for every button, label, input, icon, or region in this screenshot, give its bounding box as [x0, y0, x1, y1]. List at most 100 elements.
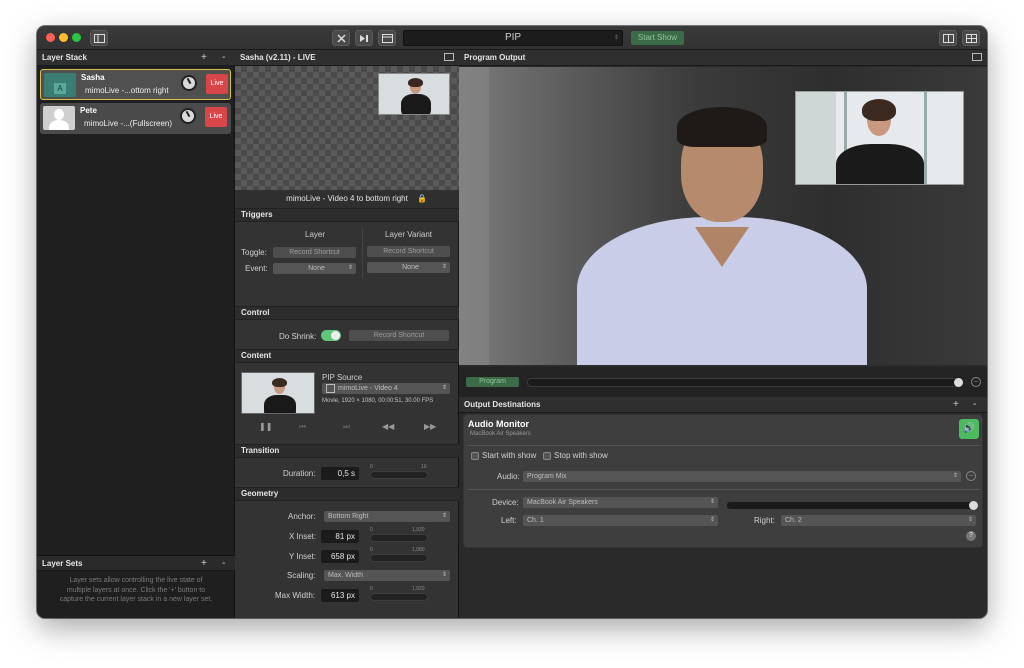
film-button[interactable]: [378, 30, 396, 46]
layout-left-button[interactable]: [939, 30, 957, 46]
remove-layer-set-button[interactable]: -: [222, 558, 225, 569]
layer-thumb-letter: A: [54, 83, 66, 94]
popout-icon[interactable]: [972, 53, 982, 61]
help-button[interactable]: ?: [966, 531, 976, 541]
start-show-button[interactable]: Start Show: [631, 31, 684, 45]
left-channel-select[interactable]: Ch. 1 ⇕: [523, 515, 718, 526]
max-width-slider[interactable]: [370, 593, 428, 601]
select-arrows-icon: ⇕: [709, 499, 715, 505]
do-shrink-toggle[interactable]: [321, 330, 341, 341]
do-shrink-shortcut[interactable]: Record Shortcut: [349, 330, 449, 341]
grid-icon: [965, 33, 977, 43]
x-inset-slider[interactable]: [370, 534, 428, 542]
max-width-min: 0: [370, 586, 373, 592]
audio-label: Audio:: [497, 472, 520, 481]
remove-layer-button[interactable]: -: [222, 52, 225, 63]
stop-with-show-label: Stop with show: [554, 451, 608, 460]
pip-source-value: mimoLive - Video 4: [338, 385, 398, 392]
audio-select[interactable]: Program Mix ⇕: [523, 471, 961, 482]
program-output-header: Program Output: [459, 50, 987, 66]
select-arrows-icon: ⇕: [709, 517, 715, 523]
device-select[interactable]: MacBook Air Speakers ⇕: [523, 497, 718, 508]
minimize-window-button[interactable]: [59, 33, 68, 42]
cut-button[interactable]: [332, 30, 350, 46]
live-button[interactable]: Live: [206, 74, 228, 94]
zoom-window-button[interactable]: [72, 33, 81, 42]
monitor-volume-slider[interactable]: [726, 501, 978, 510]
layer-name: Pete: [80, 106, 97, 115]
inspector-header: Sasha (v2.11) - LIVE: [235, 50, 459, 66]
duration-slider[interactable]: [370, 471, 428, 479]
transition-button[interactable]: [355, 30, 373, 46]
triggers-variant-col: Layer Variant: [385, 230, 432, 239]
remove-circle-icon[interactable]: −: [971, 377, 981, 387]
remove-destination-button[interactable]: -: [973, 399, 976, 410]
stop-with-show-checkbox[interactable]: [543, 452, 551, 460]
fast-forward-icon[interactable]: ▶▶: [424, 422, 436, 431]
select-arrows-icon: ⇕: [441, 385, 447, 391]
speaker-button[interactable]: 🔊: [959, 419, 979, 439]
add-layer-set-button[interactable]: +: [201, 558, 207, 569]
add-layer-button[interactable]: +: [201, 52, 207, 63]
source-name-field[interactable]: PIP ⇕: [403, 30, 623, 46]
select-arrows-icon: ⇕: [347, 265, 353, 271]
sidebar-toggle-button[interactable]: [90, 30, 108, 46]
event-layer-value: None: [308, 265, 325, 272]
scaling-select[interactable]: Max. Width ⇕: [324, 570, 450, 581]
x-inset-label: X Inset:: [289, 532, 317, 541]
event-layer-select[interactable]: None ⇕: [273, 263, 356, 274]
live-button[interactable]: Live: [205, 107, 227, 127]
layer-sets-help-text: Layer sets allow controlling the live st…: [59, 577, 213, 603]
toggle-variant-shortcut[interactable]: Record Shortcut: [367, 246, 450, 257]
duration-input[interactable]: 0,5 s: [321, 467, 359, 480]
remove-circle-icon[interactable]: −: [966, 471, 976, 481]
x-inset-min: 0: [370, 527, 373, 533]
layer-preview: [235, 66, 459, 190]
y-inset-input[interactable]: 658 px: [321, 550, 359, 563]
rewind-icon[interactable]: ◀◀: [382, 422, 394, 431]
y-inset-slider[interactable]: [370, 554, 428, 562]
content-thumbnail: [241, 372, 315, 414]
volume-knob[interactable]: [181, 75, 197, 91]
pip-window: [795, 91, 964, 185]
do-shrink-label: Do Shrink:: [279, 332, 317, 341]
audio-monitor-card: Audio Monitor MacBook Air Speakers 🔊 Sta…: [463, 414, 983, 548]
triggers-layer-col: Layer: [305, 230, 326, 239]
layer-thumbnail: A: [44, 73, 76, 97]
pause-icon[interactable]: ❚❚: [259, 422, 272, 431]
output-destinations-title: Output Destinations: [464, 400, 541, 409]
select-arrows-icon: ⇕: [952, 473, 958, 479]
toggle-layer-shortcut[interactable]: Record Shortcut: [273, 247, 356, 258]
program-audio-slider[interactable]: [527, 378, 963, 387]
add-destination-button[interactable]: +: [953, 399, 959, 410]
lock-icon: 🔒: [417, 194, 427, 203]
x-inset-max: 1,920: [412, 527, 425, 533]
layer-sets-title: Layer Sets: [42, 559, 83, 568]
skip-end-icon[interactable]: ⏭: [343, 422, 350, 432]
close-window-button[interactable]: [46, 33, 55, 42]
x-inset-input[interactable]: 81 px: [321, 530, 359, 543]
right-channel-select[interactable]: Ch. 2 ⇕: [781, 515, 976, 526]
sidebar-icon: [93, 33, 105, 43]
skip-start-icon[interactable]: ⏮: [299, 422, 306, 432]
y-inset-label: Y Inset:: [289, 552, 316, 561]
inspector-title: Sasha (v2.11) - LIVE: [240, 53, 316, 62]
program-button[interactable]: Program: [466, 377, 519, 387]
program-output-title: Program Output: [464, 53, 526, 62]
layer-stack-panel: Layer Stack + - A Sasha mimoLive -...ott…: [37, 50, 235, 618]
left-channel-value: Ch. 1: [527, 517, 544, 524]
popout-icon[interactable]: [444, 53, 454, 61]
event-variant-select[interactable]: None ⇕: [367, 262, 450, 273]
content-section-header: Content: [235, 349, 459, 363]
layout-grid-button[interactable]: [962, 30, 980, 46]
volume-knob[interactable]: [180, 108, 196, 124]
scaling-value: Max. Width: [328, 572, 364, 579]
start-with-show-checkbox[interactable]: [471, 452, 479, 460]
media-info: Movie, 1920 × 1080, 00:00:51, 30.00 FPS: [322, 398, 434, 404]
max-width-input[interactable]: 613 px: [321, 589, 359, 602]
anchor-select[interactable]: Bottom Right ⇕: [324, 511, 450, 522]
layer-item-pete[interactable]: Pete mimoLive -...(Fullscreen) Live: [40, 103, 231, 134]
layer-item-sasha[interactable]: A Sasha mimoLive -...ottom right Live: [40, 69, 231, 100]
pip-source-select[interactable]: mimoLive - Video 4 ⇕: [322, 383, 450, 394]
program-video: [459, 67, 987, 365]
